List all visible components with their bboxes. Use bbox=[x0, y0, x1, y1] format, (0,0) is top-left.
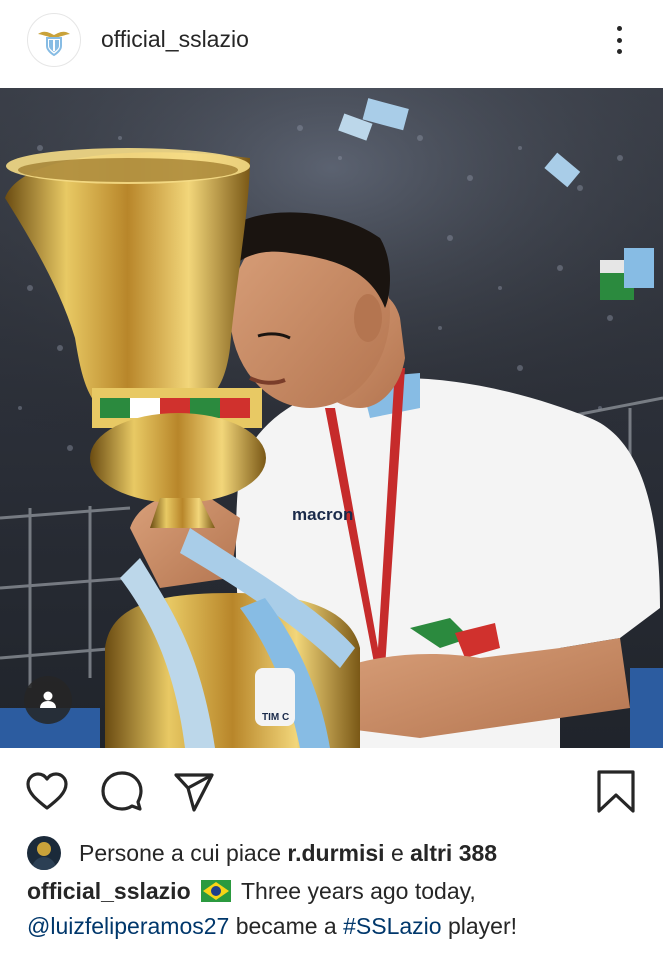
likes-prefix: Persone a cui piace bbox=[79, 839, 288, 866]
lazio-eagle-logo bbox=[38, 31, 70, 57]
caption-text-1: Three years ago today, bbox=[235, 878, 476, 904]
liker-avatar bbox=[27, 836, 61, 870]
brazil-flag-icon bbox=[201, 880, 232, 902]
caption-mention[interactable]: @luizfeliperamos27 bbox=[27, 913, 229, 939]
post-header: official_sslazio bbox=[0, 0, 663, 88]
likes-text: Persone a cui piace r.durmisi e altri 38… bbox=[79, 840, 497, 867]
trophy-celebration-image: macron INNERS 15 MAGGIO TIM bbox=[0, 88, 663, 748]
caption-username[interactable]: official_sslazio bbox=[27, 878, 191, 904]
post-caption: official_sslazio Three years ago today, … bbox=[27, 874, 647, 944]
post-photo[interactable]: macron INNERS 15 MAGGIO TIM bbox=[0, 88, 663, 748]
caption-text-3: player! bbox=[441, 913, 518, 939]
likes-others-count[interactable]: altri 388 bbox=[410, 840, 497, 866]
post-actions bbox=[0, 770, 663, 814]
caption-hashtag[interactable]: #SSLazio bbox=[343, 913, 441, 939]
svg-text:TIM C: TIM C bbox=[262, 712, 289, 723]
svg-text:macron: macron bbox=[292, 505, 353, 524]
liker-username[interactable]: r.durmisi bbox=[287, 840, 384, 866]
likes-conjunction: e bbox=[384, 839, 411, 866]
caption-text-2: became a bbox=[229, 913, 344, 939]
user-tag-icon[interactable] bbox=[24, 676, 72, 724]
bookmark-icon[interactable] bbox=[594, 770, 638, 814]
share-icon[interactable] bbox=[172, 770, 216, 814]
likes-summary[interactable]: Persone a cui piace r.durmisi e altri 38… bbox=[27, 836, 647, 870]
comment-icon[interactable] bbox=[100, 770, 144, 814]
more-options-icon[interactable] bbox=[606, 22, 632, 58]
profile-avatar[interactable] bbox=[27, 13, 81, 67]
heart-icon[interactable] bbox=[25, 770, 69, 814]
post-username[interactable]: official_sslazio bbox=[101, 26, 249, 53]
